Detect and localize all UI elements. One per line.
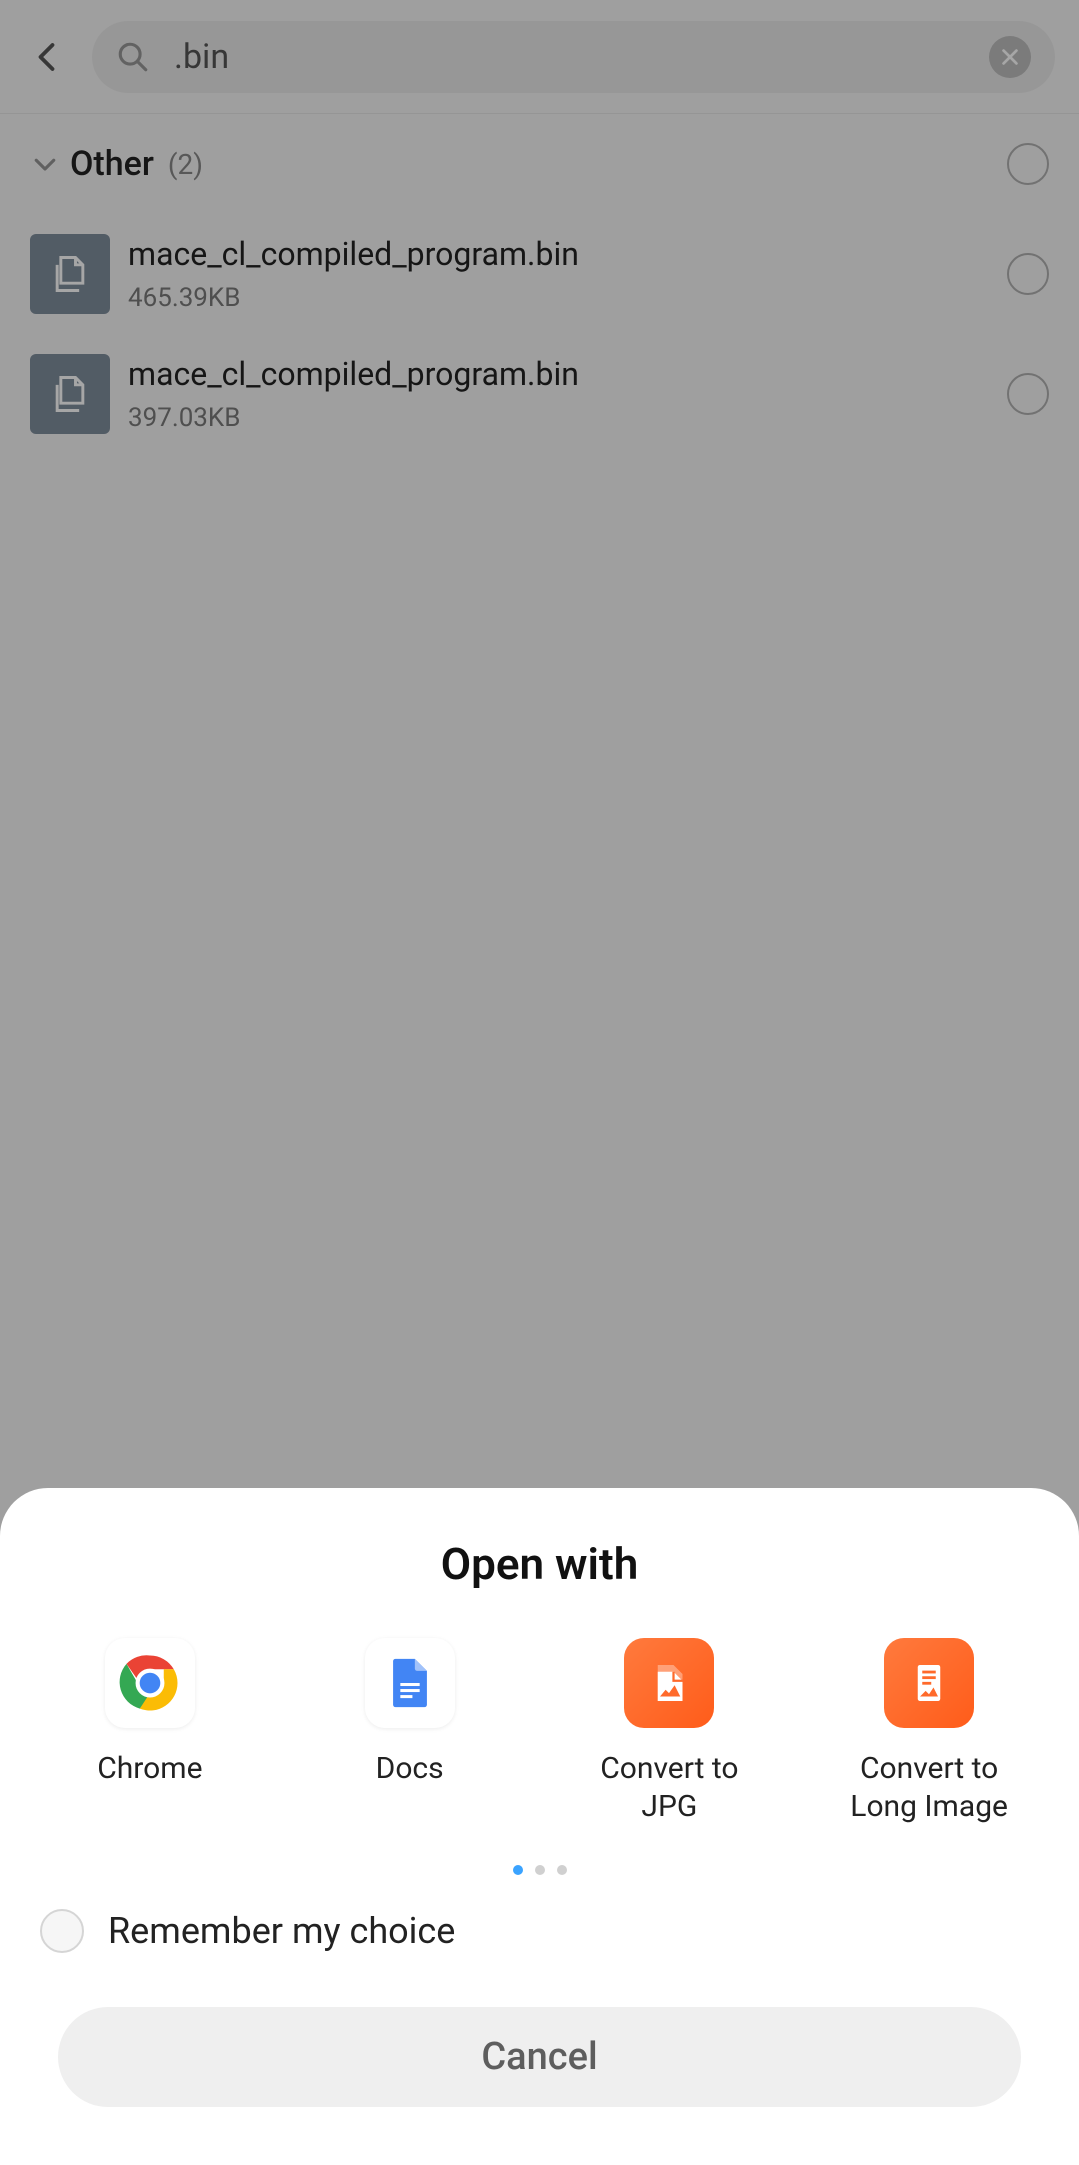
app-label: Convert to JPG: [579, 1750, 759, 1825]
convert-long-image-icon: [884, 1638, 974, 1728]
remember-checkbox[interactable]: [40, 1909, 84, 1953]
page-dot-active: [513, 1865, 523, 1875]
app-label: Docs: [376, 1750, 444, 1788]
app-convert-jpg[interactable]: Convert to JPG: [579, 1638, 759, 1825]
remember-label: Remember my choice: [108, 1910, 455, 1952]
docs-icon: [365, 1638, 455, 1728]
remember-choice-row[interactable]: Remember my choice: [0, 1885, 1079, 1963]
app-label: Convert to Long Image: [839, 1750, 1019, 1825]
app-grid: Chrome Docs: [0, 1638, 1079, 1825]
app-docs[interactable]: Docs: [320, 1638, 500, 1825]
cancel-button[interactable]: Cancel: [58, 2007, 1021, 2107]
app-chrome[interactable]: Chrome: [60, 1638, 240, 1825]
sheet-title: Open with: [0, 1538, 1079, 1590]
app-label: Chrome: [97, 1750, 202, 1788]
convert-jpg-icon: [624, 1638, 714, 1728]
open-with-sheet: Open with Chrome: [0, 1488, 1079, 2165]
page-dot: [557, 1865, 567, 1875]
page-indicator: [0, 1865, 1079, 1875]
page-dot: [535, 1865, 545, 1875]
app-convert-long-image[interactable]: Convert to Long Image: [839, 1638, 1019, 1825]
chrome-icon: [105, 1638, 195, 1728]
